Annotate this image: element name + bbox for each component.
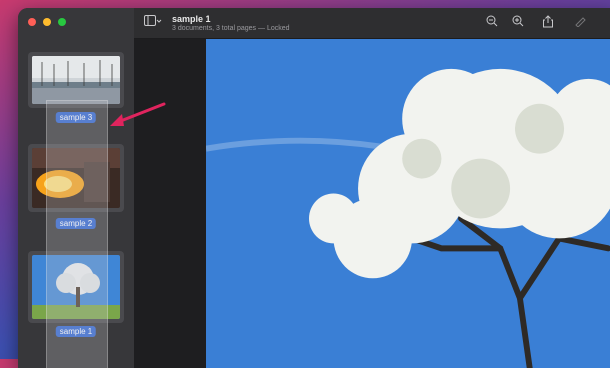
- markup-icon[interactable]: [574, 15, 588, 30]
- zoom-button[interactable]: [58, 18, 66, 26]
- share-icon[interactable]: [542, 15, 554, 31]
- preview-window: sample 3 sample 2 sample 1 sample 1 3 do…: [18, 8, 610, 368]
- blossom-tree-photo: [206, 39, 610, 368]
- toolbar: sample 1 3 documents, 3 total pages — Lo…: [134, 8, 610, 39]
- minimize-button[interactable]: [43, 18, 51, 26]
- page-image-tree: [206, 39, 610, 368]
- window-controls: [28, 18, 66, 26]
- sidebar-toggle-icon[interactable]: [144, 15, 162, 30]
- thumbnail-sidebar: sample 3 sample 2 sample 1: [18, 8, 135, 368]
- drag-selection-ghost: [46, 100, 108, 368]
- document-subtitle: 3 documents, 3 total pages — Locked: [172, 25, 290, 32]
- landscape-thumbnail-image: [32, 56, 120, 104]
- document-title: sample 1: [172, 14, 211, 24]
- document-viewer: [134, 39, 610, 368]
- zoom-in-icon[interactable]: [512, 15, 524, 30]
- annotation-arrow-icon: [110, 102, 166, 126]
- zoom-out-icon[interactable]: [486, 15, 498, 30]
- close-button[interactable]: [28, 18, 36, 26]
